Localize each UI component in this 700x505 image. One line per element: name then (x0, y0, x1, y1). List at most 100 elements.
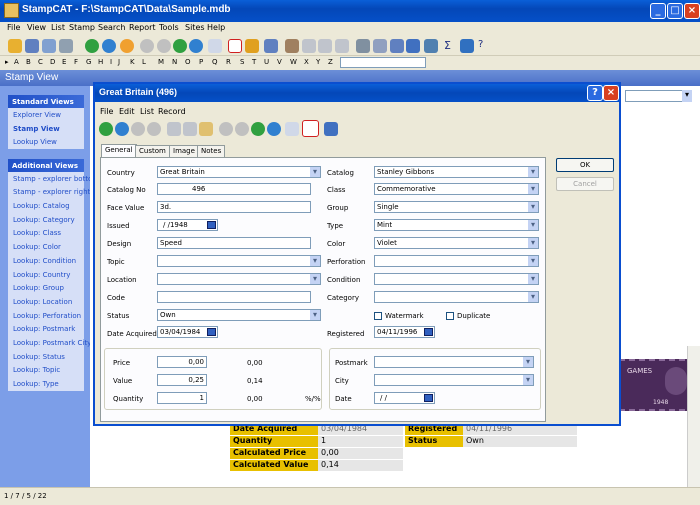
sidebar-item[interactable]: Stamp - explorer right (8, 185, 90, 199)
letter-u[interactable]: U (264, 58, 269, 66)
vertical-scrollbar[interactable] (687, 346, 700, 487)
chevron-down-icon[interactable]: ▾ (682, 90, 692, 102)
issued-date-field[interactable]: / /1948 (157, 219, 218, 231)
letter-k[interactable]: K (130, 58, 135, 66)
letter-c[interactable]: C (38, 58, 43, 66)
previous-record-icon[interactable] (115, 122, 129, 136)
standard-views-title[interactable]: Standard Views (8, 95, 84, 108)
letter-l[interactable]: L (142, 58, 146, 66)
search-icon[interactable] (208, 39, 222, 53)
calendar-icon[interactable] (424, 328, 433, 336)
ok-button[interactable]: OK (556, 158, 614, 172)
date-acquired-field[interactable]: 03/04/1984 (157, 326, 218, 338)
sidebar-item[interactable]: Lookup: Catalog (8, 199, 84, 213)
menu-sites[interactable]: Sites (185, 23, 205, 32)
letter-d[interactable]: D (50, 58, 55, 66)
letter-s[interactable]: S (240, 58, 244, 66)
calendar-icon[interactable] (424, 394, 433, 402)
forward-arrow-icon[interactable] (318, 39, 332, 53)
color-dropdown[interactable]: Violet (374, 237, 539, 249)
price-field[interactable]: 0,00 (157, 356, 207, 368)
sidebar-item[interactable]: Lookup: Topic (8, 363, 84, 377)
menu-help[interactable]: Help (207, 23, 225, 32)
catalog-dropdown[interactable]: Stanley Gibbons (374, 166, 539, 178)
watermark-checkbox[interactable] (374, 312, 382, 320)
paste-icon[interactable] (199, 122, 213, 136)
table-icon[interactable] (264, 39, 278, 53)
last-record-icon[interactable] (189, 39, 203, 53)
face-value-field[interactable]: 3d. (157, 201, 311, 213)
view-selector-dropdown[interactable] (625, 90, 690, 102)
first-record-icon[interactable] (85, 39, 99, 53)
letter-v[interactable]: V (277, 58, 282, 66)
letter-j[interactable]: J (118, 58, 120, 66)
sidebar-item[interactable]: Lookup: Perforation (8, 309, 84, 323)
search-icon[interactable] (285, 122, 299, 136)
menu-list[interactable]: List (51, 23, 65, 32)
class-dropdown[interactable]: Commemorative (374, 183, 539, 195)
location-dropdown[interactable] (157, 273, 321, 285)
copy-icon[interactable] (183, 122, 197, 136)
export-icon[interactable] (245, 39, 259, 53)
letter-f[interactable]: F (74, 58, 78, 66)
sidebar-item[interactable]: Lookup: Status (8, 350, 84, 364)
dialog-close-button[interactable]: × (603, 85, 619, 101)
window-icon[interactable] (25, 39, 39, 53)
hand-icon[interactable] (285, 39, 299, 53)
letter-x[interactable]: X (304, 58, 309, 66)
category-dropdown[interactable] (374, 291, 539, 303)
sidebar-item-stamp-view[interactable]: Stamp View (8, 122, 84, 136)
menu-view[interactable]: View (27, 23, 46, 32)
sidebar-item[interactable]: Lookup: Color (8, 240, 84, 254)
tab-general[interactable]: General (101, 144, 137, 157)
sidebar-item[interactable]: Lookup: Location (8, 295, 84, 309)
sidebar-item-lookup-view[interactable]: Lookup View (8, 135, 84, 149)
sidebar-item-explorer-view[interactable]: Explorer View (8, 108, 84, 122)
letter-b[interactable]: B (26, 58, 31, 66)
dialog-menu-file[interactable]: File (100, 107, 113, 116)
letter-m[interactable]: M (158, 58, 164, 66)
record-icon[interactable] (157, 39, 171, 53)
postmark-date-field[interactable]: / / (374, 392, 435, 404)
letter-y[interactable]: Y (316, 58, 320, 66)
letter-e[interactable]: E (62, 58, 66, 66)
sidebar-item[interactable]: Lookup: Group (8, 281, 84, 295)
minimize-button[interactable]: _ (650, 3, 666, 19)
previous-record-icon[interactable] (102, 39, 116, 53)
checkmark-icon[interactable] (228, 39, 242, 53)
letter-i[interactable]: I (110, 58, 112, 66)
last-record-icon[interactable] (267, 122, 281, 136)
checkmark-icon[interactable] (302, 120, 319, 137)
letter-o[interactable]: O (185, 58, 191, 66)
calendar-icon[interactable] (207, 328, 216, 336)
topic-dropdown[interactable] (157, 255, 321, 267)
dialog-menu-record[interactable]: Record (158, 107, 186, 116)
letter-n[interactable]: N (172, 58, 177, 66)
status-dropdown[interactable]: Own (157, 309, 321, 321)
letter-all[interactable]: ▸ (5, 58, 9, 66)
record-icon[interactable] (147, 122, 161, 136)
letter-r[interactable]: R (226, 58, 231, 66)
print-icon[interactable] (356, 39, 370, 53)
condition-dropdown[interactable] (374, 273, 539, 285)
next-record-icon[interactable] (251, 122, 265, 136)
redo-icon[interactable] (235, 122, 249, 136)
letter-z[interactable]: Z (328, 58, 333, 66)
code-field[interactable] (157, 291, 311, 303)
menu-report[interactable]: Report (129, 23, 156, 32)
cancel-button[interactable]: Cancel (556, 177, 614, 191)
table-icon[interactable] (324, 122, 338, 136)
view-icon[interactable] (42, 39, 56, 53)
undo-icon[interactable] (219, 122, 233, 136)
menu-search[interactable]: Search (98, 23, 125, 32)
additional-views-title[interactable]: Additional Views (8, 159, 84, 172)
refresh-icon[interactable] (120, 39, 134, 53)
stats-icon[interactable] (460, 39, 474, 53)
sidebar-item[interactable]: Lookup: Postmark City (8, 336, 91, 350)
dialog-menu-list[interactable]: List (140, 107, 154, 116)
sidebar-item[interactable]: Lookup: Class (8, 226, 84, 240)
layout-icon[interactable] (59, 39, 73, 53)
catalog-no-field[interactable]: 496 (157, 183, 311, 195)
sidebar-item[interactable]: Lookup: Category (8, 213, 84, 227)
duplicate-checkbox[interactable] (446, 312, 454, 320)
